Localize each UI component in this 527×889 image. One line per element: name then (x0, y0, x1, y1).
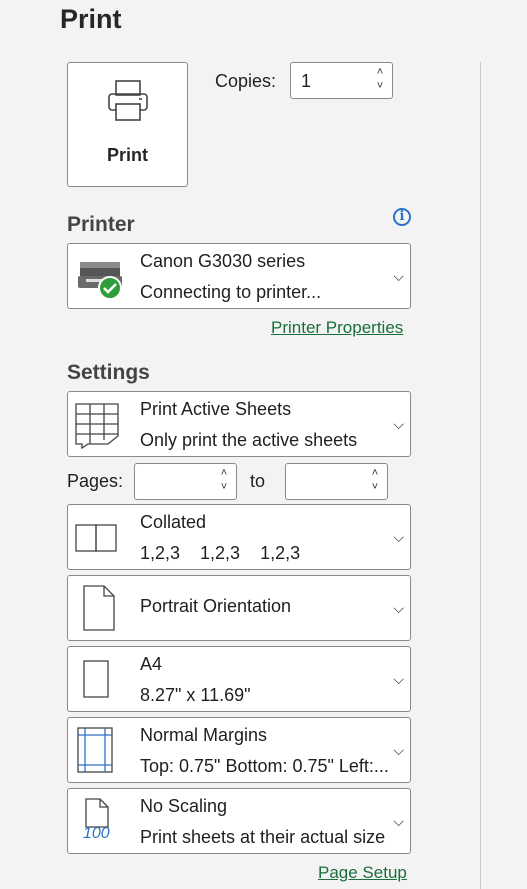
chevron-down-icon: ⌵ (393, 416, 404, 432)
copies-up-icon[interactable]: ˄ (374, 65, 386, 79)
margins-icon (74, 726, 130, 776)
scaling-desc: Print sheets at their actual size (140, 827, 386, 847)
scaling-title: No Scaling (140, 796, 228, 816)
paper-size-desc: 8.27" x 11.69" (140, 685, 251, 705)
margins-dropdown[interactable]: Normal Margins Top: 0.75" Bottom: 0.75" … (67, 717, 411, 783)
page-setup-link[interactable]: Page Setup (318, 863, 407, 883)
divider (480, 62, 481, 889)
chevron-down-icon: ⌵ (393, 529, 404, 545)
scaling-dropdown[interactable]: 100 No Scaling Print sheets at their act… (67, 788, 411, 854)
pages-to-down-icon[interactable]: ˅ (369, 480, 381, 494)
chevron-down-icon: ⌵ (393, 671, 404, 687)
pages-from-down-icon[interactable]: ˅ (218, 480, 230, 494)
print-sheets-dropdown[interactable]: Print Active Sheets Only print the activ… (67, 391, 411, 457)
copies-value: 1 (301, 71, 312, 91)
pages-to-up-icon[interactable]: ˄ (369, 466, 381, 480)
chevron-down-icon: ⌵ (393, 742, 404, 758)
collated-icon (74, 513, 130, 563)
orientation-dropdown[interactable]: Portrait Orientation ⌵ (67, 575, 411, 641)
paper-size-icon (74, 655, 130, 705)
page-title: Print (60, 4, 122, 34)
collation-title: Collated (140, 512, 207, 532)
copies-label: Copies: (215, 71, 277, 91)
pages-label: Pages: (67, 471, 124, 491)
copies-stepper[interactable]: 1 ˄ ˅ (290, 62, 393, 99)
chevron-down-icon: ⌵ (393, 813, 404, 829)
printer-name: Canon G3030 series (140, 251, 306, 271)
settings-section-title: Settings (67, 361, 150, 384)
printer-section-title: Printer (67, 213, 135, 236)
orientation-title: Portrait Orientation (140, 596, 292, 616)
paper-size-dropdown[interactable]: A4 8.27" x 11.69" ⌵ (67, 646, 411, 712)
portrait-page-icon (74, 584, 130, 634)
pages-from-up-icon[interactable]: ˄ (218, 466, 230, 480)
print-button[interactable]: Print (67, 62, 188, 187)
printer-icon (106, 79, 150, 128)
chevron-down-icon: ⌵ (393, 268, 404, 284)
printer-dropdown[interactable]: Canon G3030 series Connecting to printer… (67, 243, 411, 309)
print-button-label: Print (106, 145, 148, 165)
printer-properties-link[interactable]: Printer Properties (271, 318, 403, 338)
printer-status: Connecting to printer... (140, 282, 322, 302)
margins-desc: Top: 0.75" Bottom: 0.75" Left:... (140, 756, 389, 776)
sheets-grid-icon (74, 400, 130, 450)
print-sheets-desc: Only print the active sheets (140, 430, 358, 450)
scaling-icon-text: 100 (83, 825, 110, 842)
pages-from-input[interactable]: ˄ ˅ (134, 463, 237, 500)
margins-title: Normal Margins (140, 725, 268, 745)
collation-dropdown[interactable]: Collated 1,2,3 1,2,3 1,2,3 ⌵ (67, 504, 411, 570)
pages-to-input[interactable]: ˄ ˅ (285, 463, 388, 500)
copies-down-icon[interactable]: ˅ (374, 79, 386, 93)
chevron-down-icon: ⌵ (393, 600, 404, 616)
paper-size-title: A4 (140, 654, 163, 674)
pages-to-label: to (250, 471, 266, 491)
print-sheets-title: Print Active Sheets (140, 399, 292, 419)
printer-device-icon (74, 252, 130, 302)
collation-desc: 1,2,3 1,2,3 1,2,3 (140, 543, 301, 563)
info-icon[interactable]: i (393, 208, 411, 226)
